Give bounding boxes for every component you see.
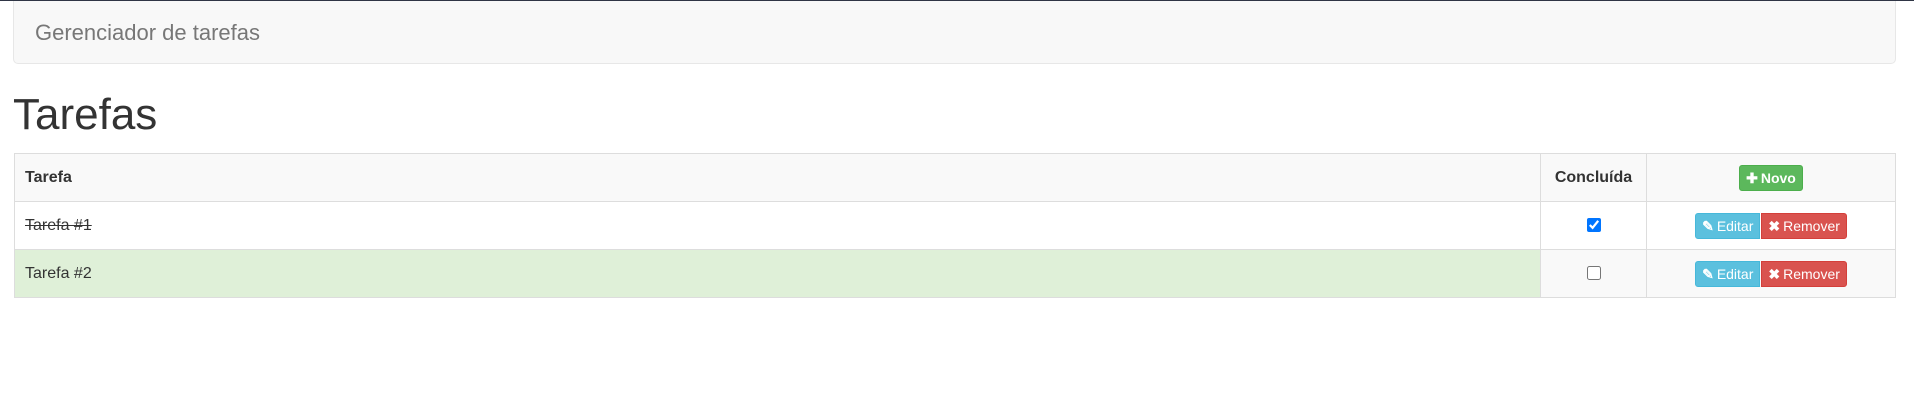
edit-button[interactable]: ✎ Editar	[1695, 212, 1761, 239]
remove-button-label: Remover	[1783, 265, 1840, 282]
edit-button-label: Editar	[1716, 217, 1754, 234]
x-icon: ✖	[1768, 217, 1781, 234]
x-icon: ✖	[1768, 265, 1781, 282]
task-cell: Tarefa #1	[14, 201, 1541, 250]
edit-button-label: Editar	[1716, 265, 1754, 282]
table-row: Tarefa #1 ✎ Editar ✖ Remover	[14, 201, 1896, 250]
remove-button[interactable]: ✖ Remover	[1761, 260, 1847, 287]
navbar-brand[interactable]: Gerenciador de tarefas	[35, 20, 260, 46]
done-cell	[1540, 249, 1647, 298]
remove-button-label: Remover	[1783, 217, 1840, 234]
new-task-button[interactable]: ✚ Novo	[1739, 164, 1803, 191]
task-name: Tarefa #2	[25, 264, 92, 282]
pencil-icon: ✎	[1702, 217, 1714, 234]
edit-button[interactable]: ✎ Editar	[1695, 260, 1761, 287]
actions-cell: ✎ Editar ✖ Remover	[1646, 249, 1896, 298]
table-row: Tarefa #2 ✎ Editar ✖ Remover	[14, 249, 1896, 298]
row-actions: ✎ Editar ✖ Remover	[1695, 260, 1847, 287]
row-actions: ✎ Editar ✖ Remover	[1695, 212, 1847, 239]
task-name: Tarefa #1	[25, 216, 92, 234]
page-title: Tarefas	[13, 90, 158, 139]
plus-icon: ✚	[1746, 169, 1758, 186]
done-checkbox[interactable]	[1586, 218, 1601, 233]
column-header-done: Concluída	[1540, 153, 1647, 202]
column-header-actions: ✚ Novo	[1646, 153, 1896, 202]
task-cell: Tarefa #2	[14, 249, 1541, 298]
new-task-button-label: Novo	[1760, 169, 1796, 186]
tasks-table: Tarefa Concluída ✚ Novo Tarefa #1 ✎ Editar	[14, 153, 1896, 298]
navbar: Gerenciador de tarefas	[13, 1, 1896, 64]
table-header-row: Tarefa Concluída ✚ Novo	[14, 153, 1896, 202]
pencil-icon: ✎	[1702, 265, 1714, 282]
done-checkbox[interactable]	[1586, 266, 1601, 281]
actions-cell: ✎ Editar ✖ Remover	[1646, 201, 1896, 250]
remove-button[interactable]: ✖ Remover	[1761, 212, 1847, 239]
done-cell	[1540, 201, 1647, 250]
column-header-task: Tarefa	[14, 153, 1541, 202]
